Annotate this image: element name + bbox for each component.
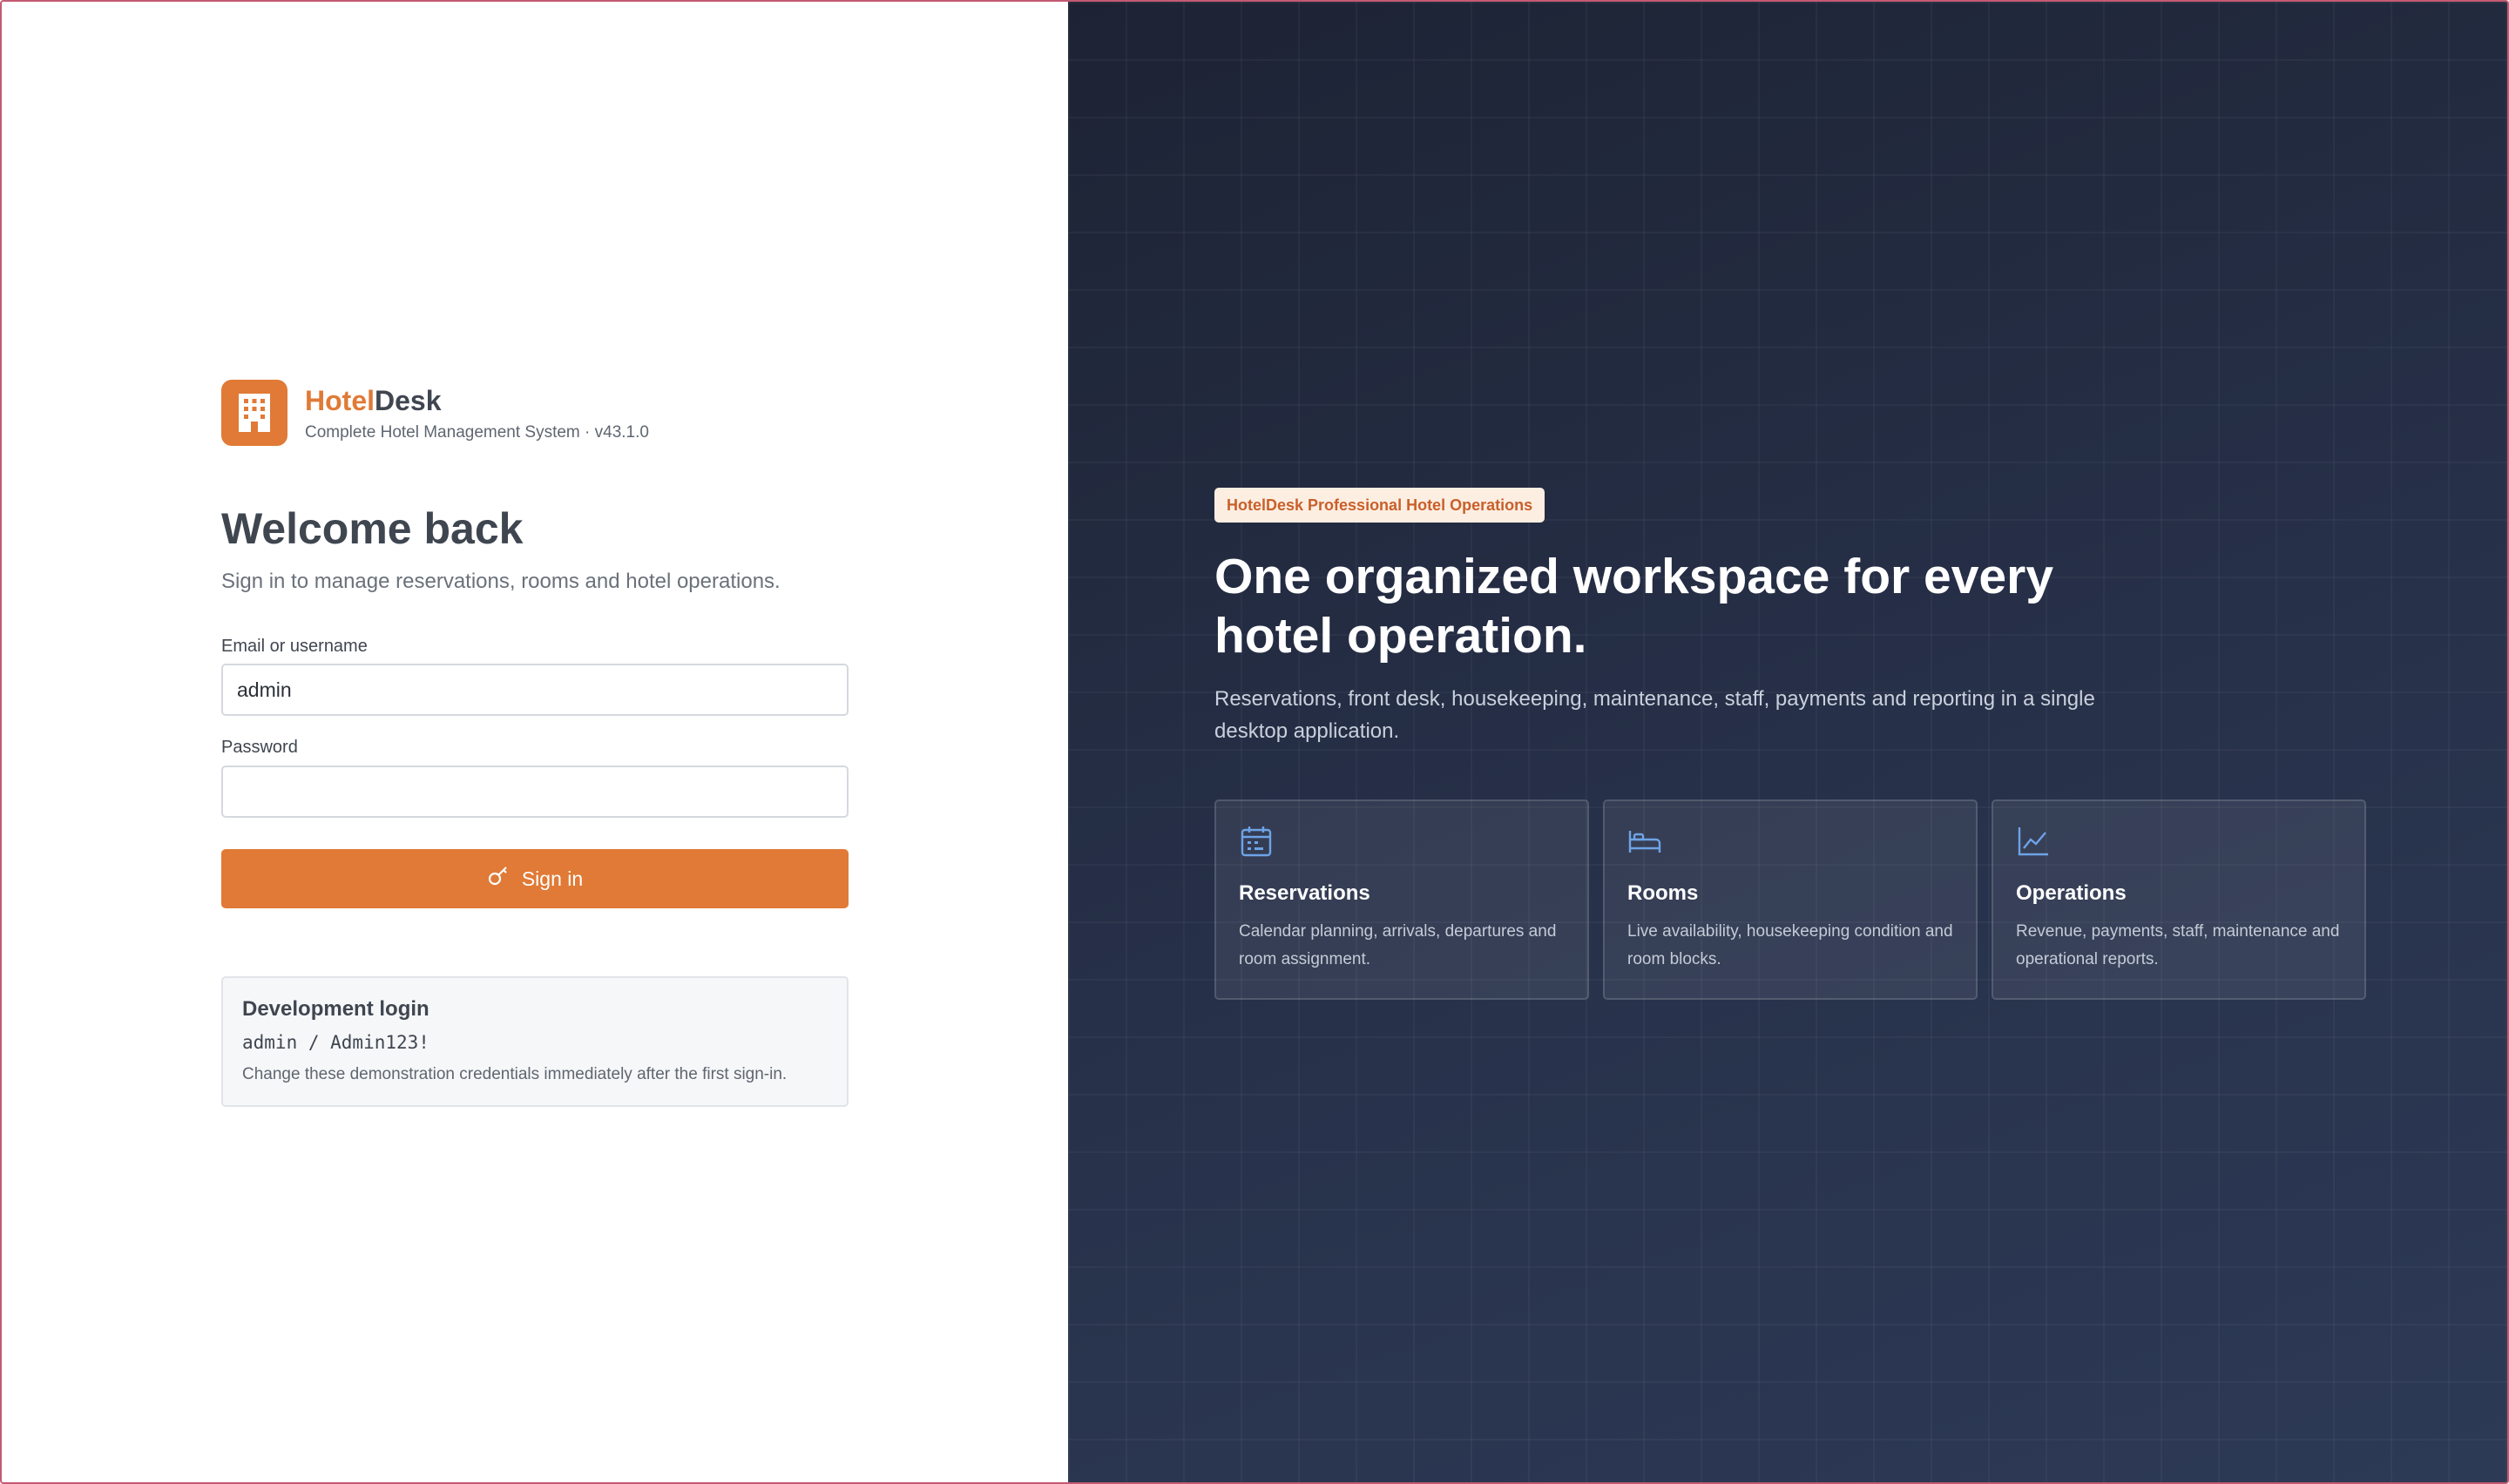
feature-title: Reservations xyxy=(1239,881,1370,905)
brand-subtitle: Complete Hotel Management System · v43.1… xyxy=(305,423,649,442)
brand-name-hotel: Hotel xyxy=(305,385,375,416)
building-icon xyxy=(221,380,287,446)
bed-icon xyxy=(1627,824,1662,859)
brand-name-desk: Desk xyxy=(375,385,442,416)
brand-header: HotelDesk Complete Hotel Management Syst… xyxy=(221,380,649,446)
hero-title: One organized workspace for every hotel … xyxy=(1214,549,2054,664)
login-window: HotelDesk Complete Hotel Management Syst… xyxy=(0,0,2509,1484)
key-icon xyxy=(487,865,510,893)
product-badge: HotelDesk Professional Hotel Operations xyxy=(1214,488,1545,523)
feature-card-reservations: Reservations Calendar planning, arrivals… xyxy=(1214,799,1589,1000)
email-field[interactable] xyxy=(221,664,849,716)
password-field[interactable] xyxy=(221,766,849,818)
feature-title: Rooms xyxy=(1627,881,1699,905)
feature-card-rooms: Rooms Live availability, housekeeping co… xyxy=(1603,799,1978,1000)
hero-panel: HotelDesk Professional Hotel Operations … xyxy=(1068,2,2507,1482)
feature-desc: Live availability, housekeeping conditio… xyxy=(1627,922,1953,968)
calendar-icon xyxy=(1239,824,1274,859)
feature-card-operations: Operations Revenue, payments, staff, mai… xyxy=(1992,799,2366,1000)
sign-in-label: Sign in xyxy=(521,867,584,890)
brand-name: HotelDesk xyxy=(305,383,649,418)
feature-desc: Calendar planning, arrivals, departures … xyxy=(1239,922,1557,968)
feature-desc: Revenue, payments, staff, maintenance an… xyxy=(2016,922,2340,968)
hero-subtitle: Reservations, front desk, housekeeping, … xyxy=(1214,687,2095,743)
password-label: Password xyxy=(221,738,298,757)
page-subtitle: Sign in to manage reservations, rooms an… xyxy=(221,570,781,593)
page-title: Welcome back xyxy=(221,504,524,553)
dev-login-title: Development login xyxy=(242,997,429,1021)
login-panel: HotelDesk Complete Hotel Management Syst… xyxy=(2,2,1068,1482)
email-label: Email or username xyxy=(221,637,368,656)
chart-line-icon xyxy=(2016,824,2051,859)
dev-login-note: Change these demonstration credentials i… xyxy=(242,1065,788,1083)
dev-login-credentials: admin / Admin123! xyxy=(242,1032,429,1053)
feature-title: Operations xyxy=(2016,881,2127,905)
sign-in-button[interactable]: Sign in xyxy=(221,849,849,908)
dev-login-box: Development login admin / Admin123! Chan… xyxy=(221,976,849,1107)
feature-cards: Reservations Calendar planning, arrivals… xyxy=(1214,799,2366,1000)
